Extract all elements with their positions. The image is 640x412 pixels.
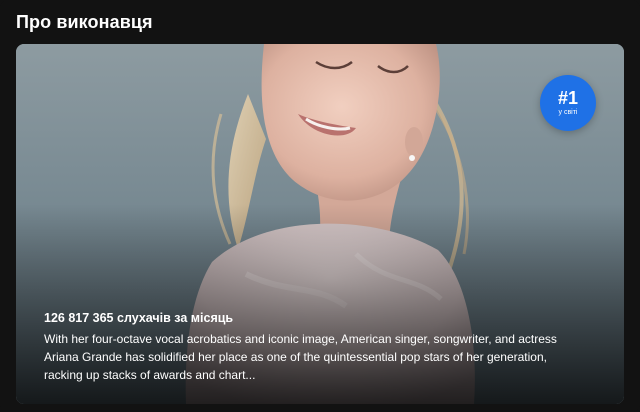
rank-number: #1 <box>557 88 579 108</box>
about-artist-section: Про виконавця #1 у світі 126 817 365 слу… <box>0 0 640 412</box>
rank-label: у світі <box>558 109 578 116</box>
world-rank-badge: #1 у світі <box>540 75 596 131</box>
section-title: Про виконавця <box>16 12 153 32</box>
artist-about-card[interactable]: #1 у світі 126 817 365 слухачів за місяц… <box>16 44 624 404</box>
artist-bio: With her four-octave vocal acrobatics an… <box>44 332 557 382</box>
monthly-listeners: 126 817 365 слухачів за місяць <box>44 311 234 325</box>
